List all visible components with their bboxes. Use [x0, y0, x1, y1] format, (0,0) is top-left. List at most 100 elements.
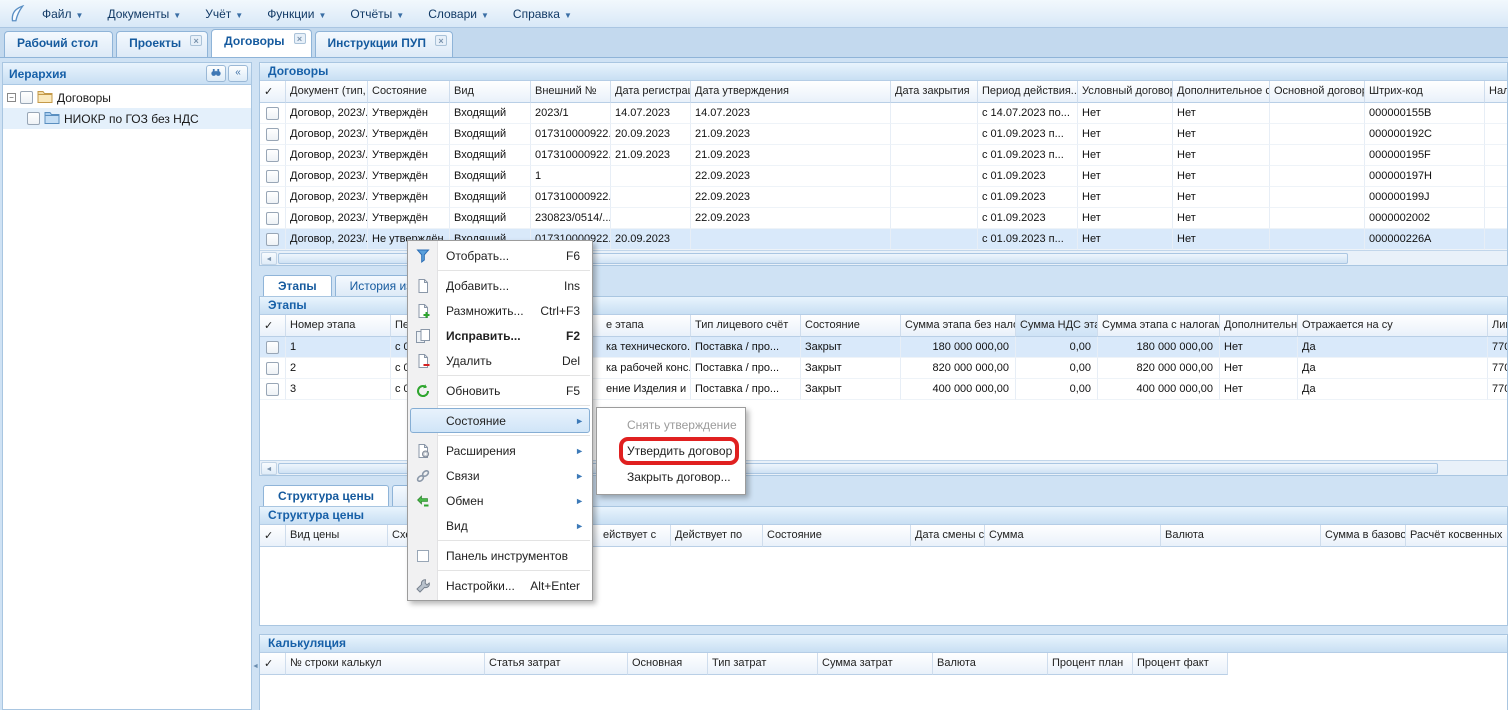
column-header-Вид цены[interactable]: Вид цены — [286, 525, 388, 547]
column-header-Сумма НДС этапа[interactable]: Сумма НДС этапа — [1016, 315, 1098, 337]
column-header-Тип затрат[interactable]: Тип затрат — [708, 653, 818, 675]
column-header-Внешний №[interactable]: Внешний № — [531, 81, 611, 103]
column-header-Вид[interactable]: Вид — [450, 81, 531, 103]
menu-item-edit[interactable]: Исправить...F2 — [408, 323, 592, 348]
column-header-№ строки калькул[interactable]: № строки калькул — [286, 653, 485, 675]
column-header-Период действия..[interactable]: Период действия.. — [978, 81, 1078, 103]
column-header-✓[interactable]: ✓ — [260, 315, 286, 337]
tab-Договоры[interactable]: Договоры× — [211, 29, 311, 57]
row-checkbox[interactable] — [266, 149, 279, 162]
column-header-Действует по[interactable]: Действует по — [671, 525, 763, 547]
search-icon[interactable] — [206, 65, 226, 82]
menu-item-view[interactable]: Вид► — [408, 513, 592, 538]
column-header-Сумма в базовой в[interactable]: Сумма в базовой в — [1321, 525, 1406, 547]
column-header-Основной договор[interactable]: Основной договор — [1270, 81, 1365, 103]
column-header-Документ (тип, №[interactable]: Документ (тип, № — [286, 81, 368, 103]
column-header-Сумма этапа с налогами[interactable]: Сумма этапа с налогами — [1098, 315, 1220, 337]
menu-item-filter[interactable]: Отобрать...F6 — [408, 243, 592, 268]
column-header-✓[interactable]: ✓ — [260, 653, 286, 675]
menubar-item-4[interactable]: Отчёты▼ — [340, 3, 414, 25]
table-row[interactable]: Договор, 2023/...УтверждёнВходящий122.09… — [260, 166, 1507, 187]
column-header-Дополнительное с[interactable]: Дополнительное с — [1220, 315, 1298, 337]
row-checkbox[interactable] — [266, 170, 279, 183]
table-row[interactable]: Договор, 2023/...УтверждёнВходящий017310… — [260, 187, 1507, 208]
menubar-item-3[interactable]: Функции▼ — [257, 3, 336, 25]
column-header-Номер этапа[interactable]: Номер этапа — [286, 315, 391, 337]
column-header-Статья затрат[interactable]: Статья затрат — [485, 653, 628, 675]
menubar-item-6[interactable]: Справка▼ — [503, 3, 582, 25]
column-header-Процент план[interactable]: Процент план — [1048, 653, 1133, 675]
menubar-item-5[interactable]: Словари▼ — [418, 3, 499, 25]
table-row[interactable]: Договор, 2023/...УтверждёнВходящий017310… — [260, 124, 1507, 145]
menu-item-links[interactable]: Связи► — [408, 463, 592, 488]
tab-Инструкции ПУП[interactable]: Инструкции ПУП× — [315, 31, 453, 57]
row-checkbox[interactable] — [266, 191, 279, 204]
column-header-Основная[interactable]: Основная — [628, 653, 708, 675]
splitter-collapse-icon[interactable]: ◄ — [252, 663, 259, 670]
row-checkbox[interactable] — [266, 107, 279, 120]
scroll-left-icon[interactable]: ◄ — [261, 252, 277, 265]
column-header-Сумма затрат[interactable]: Сумма затрат — [818, 653, 933, 675]
tab-Проекты[interactable]: Проекты× — [116, 31, 208, 57]
column-header-✓[interactable]: ✓ — [260, 81, 286, 103]
menu-item-duplicate[interactable]: Размножить...Ctrl+F3 — [408, 298, 592, 323]
tree-checkbox[interactable] — [27, 112, 40, 125]
column-header-Состояние[interactable]: Состояние — [763, 525, 911, 547]
menubar-item-2[interactable]: Учёт▼ — [195, 3, 253, 25]
close-tab-icon[interactable]: × — [190, 35, 202, 46]
column-header-Нало[interactable]: Нало — [1485, 81, 1508, 103]
menu-item-exchange[interactable]: Обмен► — [408, 488, 592, 513]
column-header-Валюта[interactable]: Валюта — [933, 653, 1048, 675]
column-header-Отражается на су[interactable]: Отражается на су — [1298, 315, 1488, 337]
column-header-Состояние[interactable]: Состояние — [368, 81, 450, 103]
table-row[interactable]: Договор, 2023/...УтверждёнВходящий2023/1… — [260, 103, 1507, 124]
tree-checkbox[interactable] — [20, 91, 33, 104]
row-checkbox[interactable] — [266, 128, 279, 141]
column-header-Дата регистрации.[interactable]: Дата регистрации. — [611, 81, 691, 103]
row-checkbox[interactable] — [266, 233, 279, 246]
table-row[interactable]: Договор, 2023/...УтверждёнВходящий230823… — [260, 208, 1507, 229]
close-tab-icon[interactable]: × — [435, 35, 447, 46]
menu-item-settings[interactable]: Настройки...Alt+Enter — [408, 573, 592, 598]
menu-item-state[interactable]: Состояние► — [408, 408, 592, 433]
column-header-Дата смены состоя[interactable]: Дата смены состоя — [911, 525, 985, 547]
close-tab-icon[interactable]: × — [294, 33, 306, 44]
column-header-Процент факт[interactable]: Процент факт — [1133, 653, 1228, 675]
column-header-Дополнительное с[interactable]: Дополнительное с — [1173, 81, 1270, 103]
column-header-Сумма[interactable]: Сумма — [985, 525, 1161, 547]
collapse-node-icon[interactable]: − — [7, 93, 16, 102]
row-checkbox[interactable] — [266, 383, 279, 396]
column-header-✓[interactable]: ✓ — [260, 525, 286, 547]
menu-item-delete[interactable]: УдалитьDel — [408, 348, 592, 373]
column-header-Расчёт косвенных[interactable]: Расчёт косвенных — [1406, 525, 1508, 547]
tree-node-contracts[interactable]: − Договоры — [3, 87, 251, 108]
menu-item-refresh[interactable]: ОбновитьF5 — [408, 378, 592, 403]
row-checkbox[interactable] — [266, 362, 279, 375]
column-header-Дата утверждения[interactable]: Дата утверждения — [691, 81, 891, 103]
submenu-item-approve-contract[interactable]: Утвердить договор — [597, 438, 745, 464]
panel-splitter[interactable]: ◄ — [252, 58, 259, 710]
menu-item-toolbar-panel[interactable]: Панель инструментов — [408, 543, 592, 568]
column-header-Тип лицевого счёт[interactable]: Тип лицевого счёт — [691, 315, 801, 337]
menubar-item-1[interactable]: Документы▼ — [97, 3, 191, 25]
menubar-item-0[interactable]: Файл▼ — [32, 3, 93, 25]
scroll-left-icon[interactable]: ◄ — [261, 462, 277, 475]
column-header-Состояние[interactable]: Состояние — [801, 315, 901, 337]
column-header-Условный договор[interactable]: Условный договор — [1078, 81, 1173, 103]
subtab-Структура цены[interactable]: Структура цены — [263, 485, 389, 506]
menu-item-extensions[interactable]: Расширения► — [408, 438, 592, 463]
tab-Рабочий стол[interactable]: Рабочий стол — [4, 31, 113, 57]
collapse-panel-button[interactable]: « — [228, 65, 248, 82]
row-checkbox[interactable] — [266, 341, 279, 354]
menu-item-add[interactable]: Добавить...Ins — [408, 273, 592, 298]
row-checkbox[interactable] — [266, 212, 279, 225]
submenu-item-close-contract[interactable]: Закрыть договор... — [597, 464, 745, 490]
tree-node-niokr[interactable]: НИОКР по ГОЗ без НДС — [3, 108, 251, 129]
subtab-Этапы[interactable]: Этапы — [263, 275, 332, 296]
column-header-Лице[interactable]: Лице — [1488, 315, 1508, 337]
column-header-Валюта[interactable]: Валюта — [1161, 525, 1321, 547]
table-row[interactable]: Договор, 2023/...УтверждёнВходящий017310… — [260, 145, 1507, 166]
column-header-Сумма этапа без налогов[interactable]: Сумма этапа без налогов — [901, 315, 1016, 337]
column-header-Дата закрытия[interactable]: Дата закрытия — [891, 81, 978, 103]
column-header-Штрих-код[interactable]: Штрих-код — [1365, 81, 1485, 103]
